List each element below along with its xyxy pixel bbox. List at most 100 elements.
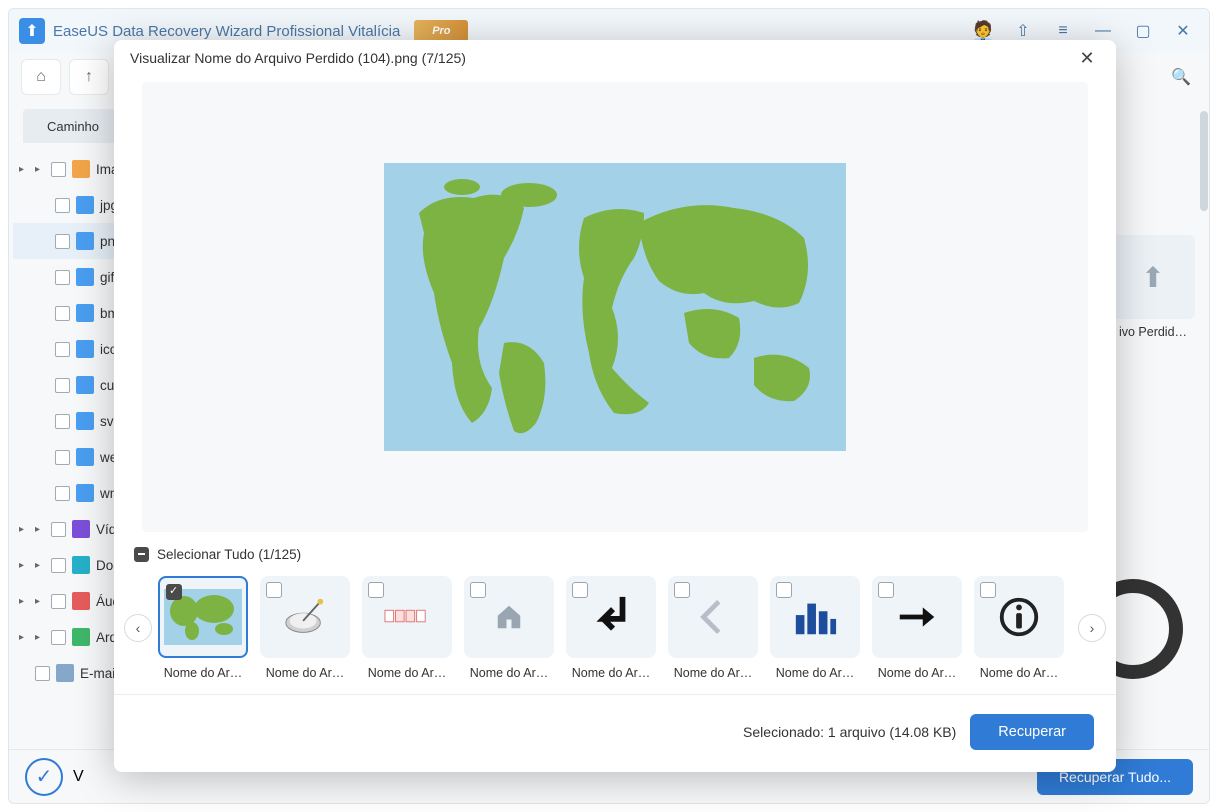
thumb-checkbox[interactable] xyxy=(980,582,996,598)
bg-thumb[interactable]: ⬆ivo Perdid… xyxy=(1111,235,1195,339)
preview-modal: Visualizar Nome do Arquivo Perdido (104)… xyxy=(114,40,1116,772)
strip-prev-button[interactable]: ‹ xyxy=(124,614,152,642)
thumb-bars-icon xyxy=(792,594,838,640)
modal-close-button[interactable]: ✕ xyxy=(1074,45,1100,71)
expand-icon[interactable]: ▸ xyxy=(19,632,29,643)
folder-icon xyxy=(56,664,74,682)
bg-thumb-label: ivo Perdid… xyxy=(1111,325,1195,339)
close-button[interactable]: ✕ xyxy=(1167,15,1199,47)
scrollbar[interactable] xyxy=(1199,101,1209,749)
folder-icon xyxy=(76,484,94,502)
tree-checkbox[interactable] xyxy=(55,198,70,213)
folder-icon xyxy=(76,304,94,322)
folder-icon xyxy=(76,232,94,250)
thumbnail-item[interactable]: Nome do Ar… xyxy=(872,576,962,680)
expand-icon[interactable]: ▸ xyxy=(19,524,29,535)
scan-status: V xyxy=(73,768,84,786)
tree-checkbox[interactable] xyxy=(55,234,70,249)
folder-icon xyxy=(72,592,90,610)
preview-image-worldmap xyxy=(384,163,846,451)
complete-check-icon: ✓ xyxy=(25,758,63,796)
home-button[interactable]: ⌂ xyxy=(21,59,61,95)
thumb-box xyxy=(158,576,248,658)
thumb-checkbox[interactable] xyxy=(470,582,486,598)
selection-info: Selecionado: 1 arquivo (14.08 KB) xyxy=(743,724,956,740)
tree-checkbox[interactable] xyxy=(55,342,70,357)
tree-checkbox[interactable] xyxy=(51,522,66,537)
modal-title: Visualizar Nome do Arquivo Perdido (104)… xyxy=(130,50,466,66)
expand-icon[interactable]: ▸ xyxy=(19,596,29,607)
thumb-checkbox[interactable] xyxy=(368,582,384,598)
folder-icon xyxy=(72,556,90,574)
thumb-box xyxy=(872,576,962,658)
app-icon: ⬆ xyxy=(19,18,45,44)
tree-checkbox[interactable] xyxy=(51,594,66,609)
thumbnail-strip: ‹ Nome do Ar…Nome do Ar…Nome do Ar…Nome … xyxy=(114,566,1116,684)
select-all-row: Selecionar Tudo (1/125) xyxy=(114,542,1116,566)
thumb-home-icon xyxy=(494,602,524,632)
strip-next-button[interactable]: › xyxy=(1078,614,1106,642)
tree-checkbox[interactable] xyxy=(55,486,70,501)
thumb-enter-icon xyxy=(588,594,634,640)
modal-header: Visualizar Nome do Arquivo Perdido (104)… xyxy=(114,40,1116,76)
thumbnail-item[interactable]: Nome do Ar… xyxy=(566,576,656,680)
thumb-box xyxy=(362,576,452,658)
folder-icon xyxy=(76,196,94,214)
thumb-checkbox[interactable] xyxy=(776,582,792,598)
thumbnail-item[interactable]: Nome do Ar… xyxy=(770,576,860,680)
expand-icon[interactable]: ▸ xyxy=(19,164,29,175)
expand-icon[interactable]: ▸ xyxy=(19,560,29,571)
thumb-checkbox[interactable] xyxy=(674,582,690,598)
thumb-box xyxy=(668,576,758,658)
pro-badge: Pro xyxy=(414,20,468,42)
thumb-checkbox[interactable] xyxy=(878,582,894,598)
folder-icon xyxy=(76,376,94,394)
search-icon[interactable]: 🔍 xyxy=(1165,61,1197,93)
thumb-label: Nome do Ar… xyxy=(464,666,554,680)
thumb-checkbox[interactable] xyxy=(166,584,182,600)
thumb-box xyxy=(974,576,1064,658)
tree-checkbox[interactable] xyxy=(51,630,66,645)
tree-checkbox[interactable] xyxy=(55,450,70,465)
thumb-chevrons-icon xyxy=(690,594,736,640)
thumb-checkbox[interactable] xyxy=(266,582,282,598)
tab-path[interactable]: Caminho xyxy=(23,109,123,143)
select-all-checkbox[interactable] xyxy=(134,547,149,562)
tree-checkbox[interactable] xyxy=(55,270,70,285)
thumb-arrow-icon xyxy=(894,594,940,640)
thumb-label: Nome do Ar… xyxy=(566,666,656,680)
thumbnail-item[interactable]: Nome do Ar… xyxy=(974,576,1064,680)
folder-icon xyxy=(72,520,90,538)
scrollbar-thumb[interactable] xyxy=(1200,111,1208,211)
tree-checkbox[interactable] xyxy=(55,414,70,429)
folder-icon xyxy=(72,628,90,646)
tree-checkbox[interactable] xyxy=(55,306,70,321)
thumb-info-icon xyxy=(996,594,1042,640)
up-button[interactable]: ↑ xyxy=(69,59,109,95)
app-title: EaseUS Data Recovery Wizard Profissional… xyxy=(53,23,400,40)
preview-area xyxy=(142,82,1088,532)
thumb-label: Nome do Ar… xyxy=(770,666,860,680)
thumbnail-item[interactable]: Nome do Ar… xyxy=(260,576,350,680)
thumb-box xyxy=(260,576,350,658)
thumb-label: Nome do Ar… xyxy=(158,666,248,680)
folder-icon xyxy=(72,160,90,178)
thumb-box xyxy=(770,576,860,658)
thumbnail-item[interactable]: Nome do Ar… xyxy=(158,576,248,680)
folder-icon xyxy=(76,268,94,286)
tree-checkbox[interactable] xyxy=(51,558,66,573)
tree-label: gif xyxy=(100,270,114,285)
tree-checkbox[interactable] xyxy=(55,378,70,393)
tree-checkbox[interactable] xyxy=(51,162,66,177)
maximize-button[interactable]: ▢ xyxy=(1127,15,1159,47)
modal-footer: Selecionado: 1 arquivo (14.08 KB) Recupe… xyxy=(114,694,1116,768)
folder-icon xyxy=(76,448,94,466)
thumb-checkbox[interactable] xyxy=(572,582,588,598)
tree-checkbox[interactable] xyxy=(35,666,50,681)
thumbnail-item[interactable]: Nome do Ar… xyxy=(362,576,452,680)
thumb-dish-icon xyxy=(282,594,328,640)
recover-button[interactable]: Recuperar xyxy=(970,714,1094,750)
thumbnail-item[interactable]: Nome do Ar… xyxy=(464,576,554,680)
thumb-label: Nome do Ar… xyxy=(872,666,962,680)
thumbnail-item[interactable]: Nome do Ar… xyxy=(668,576,758,680)
